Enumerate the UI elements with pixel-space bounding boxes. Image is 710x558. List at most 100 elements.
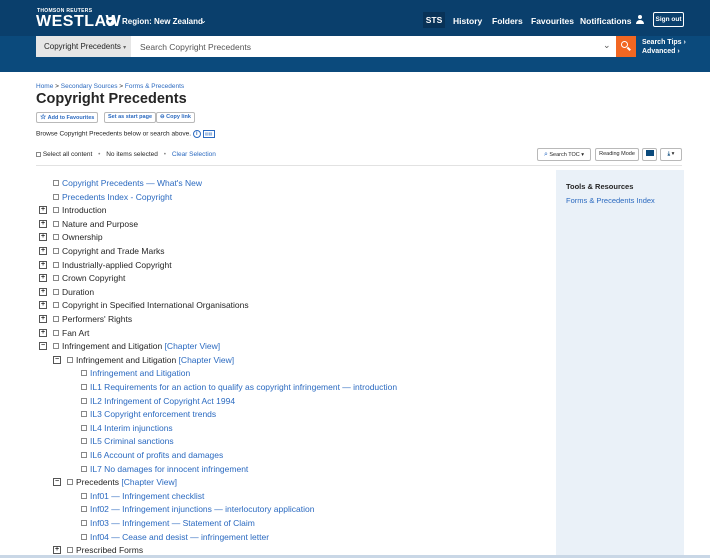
toc-item[interactable]: IL1 Requirements for an action to qualif… [81,382,397,392]
region-selector[interactable]: Region: New Zealand [122,17,203,26]
toc-item[interactable]: + Nature and Purpose [39,219,138,229]
expand-icon[interactable]: + [39,274,47,283]
toc-item-checkbox[interactable] [67,356,73,363]
toc-item[interactable]: Inf04 — Cease and desist — infringement … [81,532,269,542]
toc-item-checkbox[interactable] [81,384,87,390]
sign-out-button[interactable]: Sign out [653,12,684,27]
toc-item[interactable]: Inf03 — Infringement — Statement of Clai… [81,518,255,528]
region-dropdown-icon[interactable] [106,17,115,26]
search-input[interactable] [131,36,601,57]
toc-item-label[interactable]: IL5 Criminal sanctions [90,436,174,446]
toc-item-checkbox[interactable] [53,275,59,282]
nav-history[interactable]: History [453,16,482,26]
toc-item[interactable]: Inf01 — Infringement checklist [81,491,204,501]
toc-item-checkbox[interactable] [81,533,87,540]
toc-item-checkbox[interactable] [81,506,87,513]
toc-item[interactable]: + Introduction [39,205,106,215]
toc-item-label[interactable]: IL7 No damages for innocent infringement [90,464,248,474]
toc-item-checkbox[interactable] [53,288,59,295]
toc-item-checkbox[interactable] [53,248,59,254]
toc-item-checkbox[interactable] [81,465,87,472]
toc-item[interactable]: Copyright Precedents — What's New [53,178,202,188]
nav-notifications[interactable]: Notifications [580,16,631,26]
collapse-icon[interactable]: − [53,478,61,487]
toc-item[interactable]: + Ownership [39,232,103,242]
toc-item[interactable]: IL3 Copyright enforcement trends [81,409,216,419]
expand-icon[interactable]: + [53,546,61,555]
chevron-down-icon[interactable]: ⌄ [200,16,207,25]
toc-item-label[interactable]: Inf03 — Infringement — Statement of Clai… [90,518,255,528]
toc-item[interactable]: − Infringement and Litigation [Chapter Vi… [39,341,221,351]
toc-item-label[interactable]: Copyright Precedents — What's New [62,178,202,188]
toc-item[interactable]: − Precedents [Chapter View] [53,477,177,487]
expand-icon[interactable]: + [39,219,47,228]
forms-precedents-index-link[interactable]: Forms & Precedents Index [566,196,655,205]
collapse-icon[interactable]: − [53,355,61,364]
collapse-icon[interactable]: − [39,342,47,351]
toc-item-checkbox[interactable] [67,479,73,486]
search-button[interactable] [616,36,636,57]
toc-item-checkbox[interactable] [53,234,59,241]
toc-item[interactable]: + Copyright in Specified International Or… [39,300,249,310]
expand-icon[interactable]: + [39,315,47,323]
toc-item-checkbox[interactable] [67,547,73,554]
toc-item-checkbox[interactable] [81,520,87,526]
toc-item-label[interactable]: Infringement and Litigation [90,368,190,378]
advanced-search-link[interactable]: Advanced › [642,47,686,56]
toc-item-checkbox[interactable] [53,316,59,322]
expand-icon[interactable]: + [39,233,47,242]
breadcrumb-secondary-sources[interactable]: Secondary Sources [61,83,118,90]
toc-item[interactable]: IL4 Interim injunctions [81,423,173,433]
expand-icon[interactable]: + [39,301,47,310]
set-start-page-button[interactable]: Set as start page [104,112,157,123]
toc-item[interactable]: + Crown Copyright [39,273,125,283]
nav-sts[interactable]: STS [423,12,445,28]
nav-favourites[interactable]: Favourites [531,16,574,26]
chapter-view-link[interactable]: [Chapter View] [121,477,177,487]
toc-item[interactable]: Precedents Index - Copyright [53,192,172,202]
toc-item-checkbox[interactable] [53,302,59,309]
breadcrumb-home[interactable]: Home [36,83,53,90]
reading-mode-button[interactable]: Reading Mode [595,148,639,161]
expand-icon[interactable]: + [39,260,47,269]
toc-item-checkbox[interactable] [53,193,59,200]
clear-selection-link[interactable]: Clear Selection [172,151,216,158]
toc-item-label[interactable]: IL2 Infringement of Copyright Act 1994 [90,396,235,406]
toc-item[interactable]: + Duration [39,287,94,297]
search-tips[interactable]: Search Tips › Advanced › [642,38,686,56]
search-tips-link[interactable]: Search Tips › [642,38,686,47]
toc-item-label[interactable]: IL3 Copyright enforcement trends [90,409,216,419]
chapter-view-link[interactable]: [Chapter View] [179,355,235,365]
nav-folders[interactable]: Folders [492,16,523,26]
download-button[interactable]: ⤓ ▾ [660,148,682,161]
toc-item-checkbox[interactable] [81,492,87,499]
toc-item-label[interactable]: Inf04 — Cease and desist — infringement … [90,532,269,542]
toc-item-checkbox[interactable] [81,424,87,431]
toc-item-checkbox[interactable] [81,452,87,458]
expand-icon[interactable]: + [39,206,47,215]
breadcrumb-forms-precedents[interactable]: Forms & Precedents [125,83,184,90]
search-scope-dropdown[interactable]: Copyright Precedents ▾ [36,36,131,57]
toc-item-checkbox[interactable] [53,180,59,186]
toc-item[interactable]: + Fan Art [39,328,89,338]
select-all-label[interactable]: Select all content [43,151,93,158]
search-toc-button[interactable]: ⌕ Search TOC ▾ [537,148,591,161]
toc-item[interactable]: + Prescribed Forms [53,545,143,555]
chevron-down-icon[interactable]: ⌄ [603,40,611,51]
toc-item-label[interactable]: IL6 Account of profits and damages [90,450,223,460]
expand-icon[interactable]: + [39,328,47,337]
keyboard-icon[interactable]: ▤▤ [202,130,215,138]
toc-item[interactable]: IL2 Infringement of Copyright Act 1994 [81,396,235,406]
chapter-view-link[interactable]: [Chapter View] [165,341,221,351]
toc-item[interactable]: + Copyright and Trade Marks [39,246,165,256]
toc-item-checkbox[interactable] [53,220,59,227]
toc-item[interactable]: IL6 Account of profits and damages [81,450,223,460]
copy-link-button[interactable]: ⊖ Copy link [156,112,195,123]
info-icon[interactable]: i [192,130,201,138]
toc-item-label[interactable]: IL1 Requirements for an action to qualif… [90,382,397,392]
add-to-favourites-button[interactable]: ☆ Add to Favourites [36,112,99,123]
toc-item[interactable]: Infringement and Litigation [81,368,190,378]
toc-item[interactable]: IL7 No damages for innocent infringement [81,464,248,474]
toc-item-checkbox[interactable] [53,343,59,350]
toc-item[interactable]: IL5 Criminal sanctions [81,436,174,446]
